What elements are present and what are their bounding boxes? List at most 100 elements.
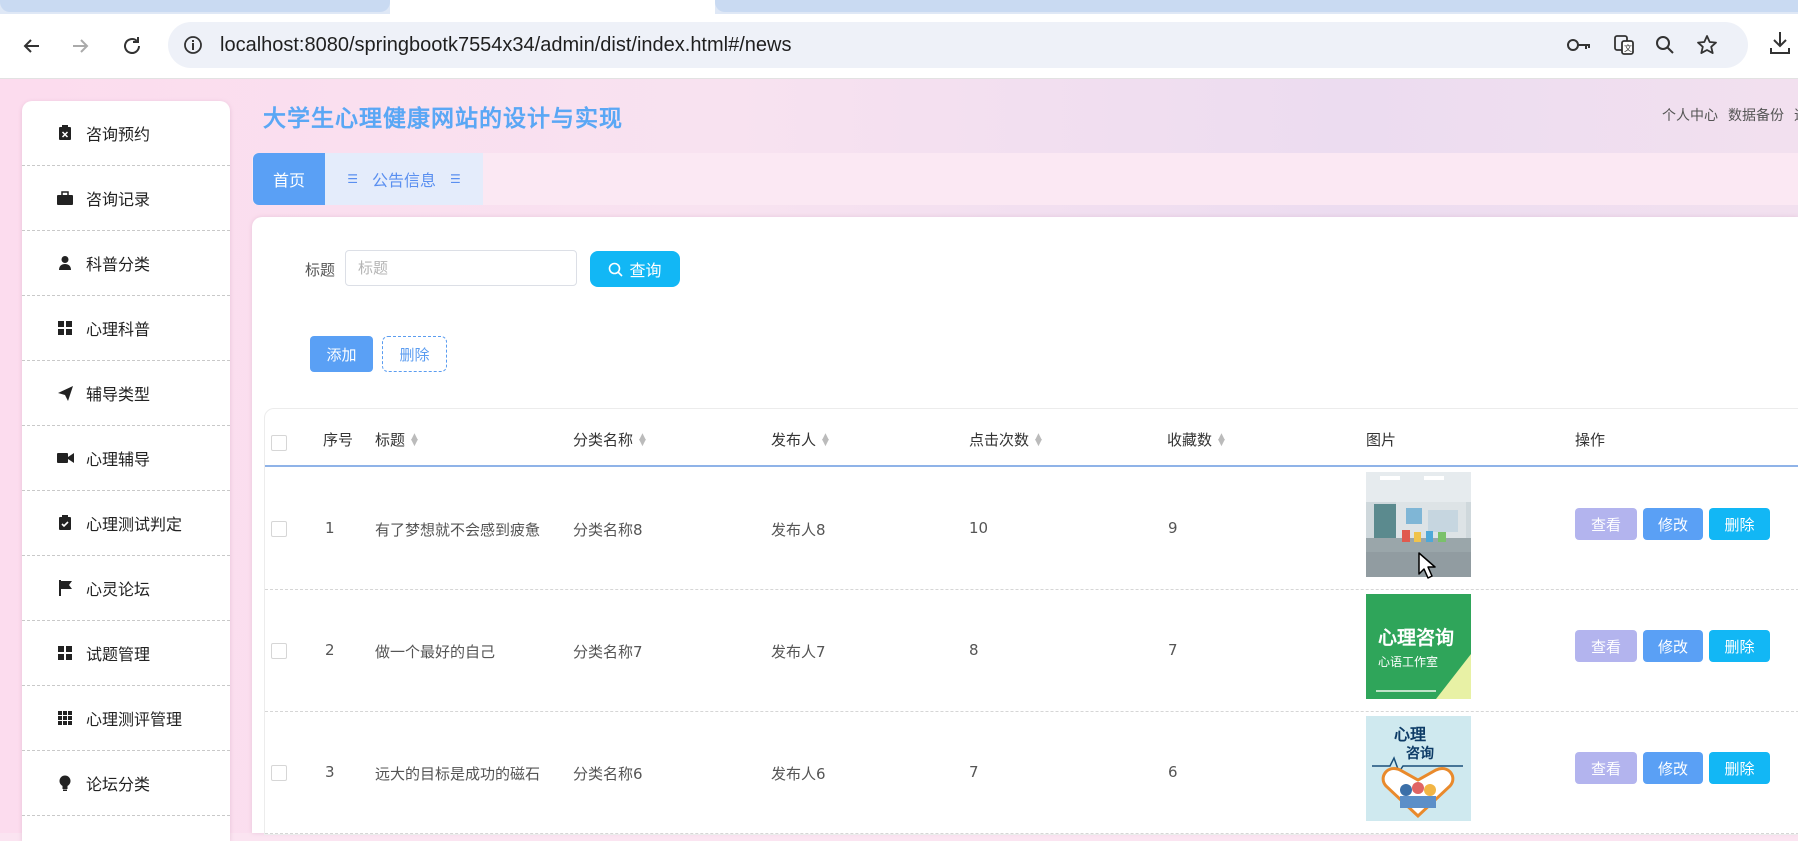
edit-button[interactable]: 修改 [1643, 752, 1703, 784]
sort-icon[interactable]: ▲ ▼ [639, 432, 646, 447]
sidebar-item-counseling-type[interactable]: 辅导类型 [22, 361, 230, 426]
briefcase-icon [56, 189, 74, 207]
reload-icon[interactable] [116, 30, 148, 62]
top-links: 个人中心数据备份退 [1662, 105, 1798, 125]
tags-view-bar [252, 153, 1798, 205]
sidebar-item-consult-records[interactable]: 咨询记录 [22, 166, 230, 231]
paper-plane-icon [56, 384, 74, 402]
sidebar-item-consult-appointment[interactable]: 咨询预约 [22, 101, 230, 166]
column-header-favorites[interactable]: 收藏数 ▲ ▼ [1167, 429, 1225, 450]
lightbulb-icon [56, 774, 74, 792]
sidebar-item-forum-category[interactable]: 论坛分类 [22, 751, 230, 816]
sort-icon[interactable]: ▲ ▼ [411, 432, 418, 447]
key-icon[interactable] [1566, 33, 1592, 57]
delete-button[interactable]: 删除 [1709, 630, 1770, 662]
cell-publisher: 发布人8 [771, 521, 826, 539]
view-button[interactable]: 查看 [1575, 508, 1637, 540]
logout-link[interactable]: 退 [1794, 108, 1798, 124]
cell-publisher: 发布人7 [771, 643, 826, 661]
row-checkbox[interactable] [271, 643, 287, 659]
cell-clicks: 10 [969, 519, 989, 537]
view-button[interactable]: 查看 [1575, 630, 1637, 662]
news-table: 序号 标题 ▲ ▼ 分类名称 ▲ ▼ 发布人 ▲ ▼ 点击次数 ▲ ▼ 收藏数 ▲ ▼ 图片 操作 … [264, 408, 1798, 835]
news-image-heart-hands-poster[interactable]: 心理 咨询 [1366, 716, 1471, 821]
cell-favorites: 6 [1168, 763, 1178, 781]
column-header-category[interactable]: 分类名称 ▲ ▼ [573, 429, 646, 450]
edit-button[interactable]: 修改 [1643, 630, 1703, 662]
forward-icon[interactable] [64, 30, 96, 62]
flag-icon [56, 579, 74, 597]
sidebar-item-label: 心理科普 [86, 320, 151, 339]
bookmark-star-icon[interactable] [1694, 33, 1720, 57]
sidebar-item-label: 心理测评管理 [86, 710, 183, 729]
browser-tab-strip [0, 0, 1798, 14]
delete-button[interactable]: 删除 [1709, 508, 1770, 540]
view-button[interactable]: 查看 [1575, 752, 1637, 784]
tab-home[interactable]: 首页 [253, 153, 325, 205]
cell-clicks: 7 [969, 763, 979, 781]
sort-icon[interactable]: ▲ ▼ [1218, 432, 1225, 447]
site-title: 大学生心理健康网站的设计与实现 [263, 106, 623, 132]
search-icon [609, 262, 624, 277]
column-header-clicks[interactable]: 点击次数 ▲ ▼ [969, 429, 1042, 450]
download-icon[interactable] [1768, 30, 1792, 60]
clipboard-check-icon [56, 514, 74, 532]
row-checkbox[interactable] [271, 765, 287, 781]
user-icon [56, 254, 74, 272]
add-button[interactable]: 添加 [310, 336, 373, 372]
sidebar-item-psych-counseling[interactable]: 心理辅导 [22, 426, 230, 491]
query-button[interactable]: 查询 [590, 251, 680, 287]
edit-button[interactable]: 修改 [1643, 508, 1703, 540]
search-title-input[interactable] [345, 250, 577, 286]
sidebar-item-label: 心灵论坛 [86, 580, 151, 599]
select-all-checkbox[interactable] [271, 435, 287, 451]
address-bar[interactable]: localhost:8080/springbootk7554x34/admin/… [168, 22, 1748, 68]
cell-category: 分类名称6 [573, 765, 643, 783]
data-backup-link[interactable]: 数据备份 [1728, 108, 1784, 124]
batch-delete-button[interactable]: 删除 [382, 336, 447, 372]
sidebar-item-question-manage[interactable]: 试题管理 [22, 621, 230, 686]
table-row: 3 远大的目标是成功的磁石 分类名称6 发布人6 7 6 心理 咨询 查看 修改… [265, 711, 1798, 834]
sidebar-item-test-judgement[interactable]: 心理测试判定 [22, 491, 230, 556]
table-row: 1 有了梦想就不会感到疲惫 分类名称8 发布人8 10 9 查看 修改 删除 [265, 467, 1798, 590]
tab-news[interactable]: ☰ 公告信息 ☰ [325, 153, 483, 205]
row-checkbox[interactable] [271, 521, 287, 537]
browser-tab[interactable] [715, 0, 1798, 12]
sidebar-item-label: 心理辅导 [86, 450, 151, 469]
table-header: 序号 标题 ▲ ▼ 分类名称 ▲ ▼ 发布人 ▲ ▼ 点击次数 ▲ ▼ 收藏数 ▲ ▼ 图片 操作 [265, 409, 1798, 467]
column-header-title[interactable]: 标题 ▲ ▼ [375, 429, 418, 450]
cell-favorites: 7 [1168, 641, 1178, 659]
translate-icon[interactable]: 文 [1611, 33, 1637, 57]
browser-tab-active[interactable] [390, 0, 715, 14]
clipboard-x-icon [56, 124, 74, 142]
column-header-publisher[interactable]: 发布人 ▲ ▼ [771, 429, 829, 450]
zoom-icon[interactable] [1652, 33, 1678, 57]
back-icon[interactable] [16, 30, 48, 62]
sidebar-item-assessment-manage[interactable]: 心理测评管理 [22, 686, 230, 751]
browser-tab[interactable] [0, 0, 390, 12]
sort-icon[interactable]: ▲ ▼ [822, 432, 829, 447]
cell-category: 分类名称7 [573, 643, 643, 661]
url-text[interactable]: localhost:8080/springbootk7554x34/admin/… [220, 34, 791, 57]
grid-icon [56, 644, 74, 662]
cell-publisher: 发布人6 [771, 765, 826, 783]
sidebar-item-label: 咨询记录 [86, 190, 151, 209]
personal-center-link[interactable]: 个人中心 [1662, 108, 1718, 124]
delete-button[interactable]: 删除 [1709, 752, 1770, 784]
sidebar-item-psych-science[interactable]: 心理科普 [22, 296, 230, 361]
sidebar-menu: 咨询预约 咨询记录 科普分类 心理科普 辅导类型 心理辅导 心理测试判定 心灵论… [22, 101, 230, 841]
sort-icon[interactable]: ▲ ▼ [1035, 432, 1042, 447]
svg-text:心理: 心理 [1394, 725, 1426, 744]
site-info-icon[interactable] [180, 33, 206, 57]
cell-title: 做一个最好的自己 [375, 643, 496, 661]
sidebar-item-label: 论坛分类 [86, 775, 151, 794]
sidebar-item-label: 辅导类型 [86, 385, 151, 404]
cell-index: 3 [325, 763, 335, 781]
sidebar-item-label: 咨询预约 [86, 125, 151, 144]
grid-3x3-icon [56, 709, 74, 727]
tab-news-label: 公告信息 [371, 171, 436, 190]
sidebar-item-science-category[interactable]: 科普分类 [22, 231, 230, 296]
news-image-consult-poster[interactable]: 心理咨询 心语工作室 [1366, 594, 1471, 699]
sidebar-item-forum[interactable]: 心灵论坛 [22, 556, 230, 621]
svg-text:心语工作室: 心语工作室 [1378, 654, 1438, 669]
